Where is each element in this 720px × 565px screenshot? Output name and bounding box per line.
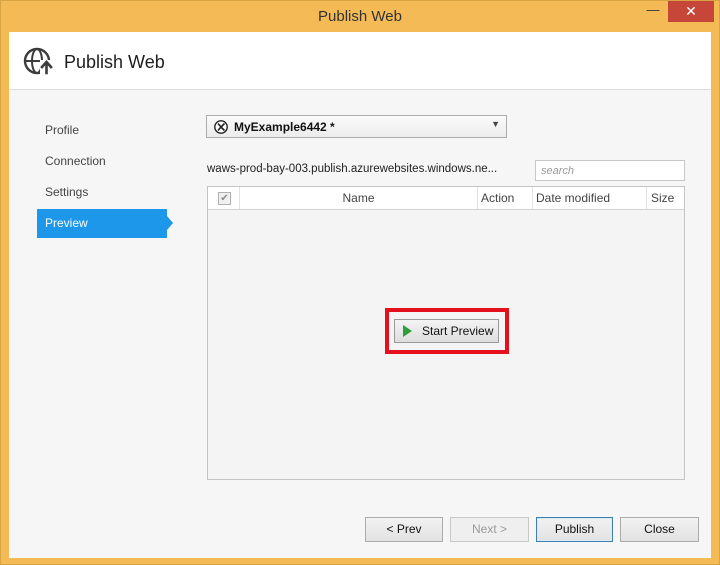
prev-button[interactable]: < Prev: [365, 517, 443, 542]
select-all-column[interactable]: ✔: [208, 187, 240, 209]
dialog-content: Publish Web Profile Connection Settings …: [9, 32, 711, 558]
nav-item-profile[interactable]: Profile: [37, 116, 175, 145]
profile-dropdown[interactable]: MyExample6442 * ▼: [206, 115, 507, 138]
azure-website-icon: [214, 120, 228, 134]
column-header-date-modified[interactable]: Date modified: [533, 187, 647, 209]
grid-header: ✔ Name Action Date modified Size: [208, 187, 684, 210]
search-input[interactable]: [536, 161, 684, 180]
start-preview-button[interactable]: Start Preview: [394, 319, 499, 343]
nav-item-connection[interactable]: Connection: [37, 147, 175, 176]
publish-web-dialog: Publish Web — ✕ Publish Web Profile Conn…: [0, 0, 720, 565]
dialog-header: Publish Web: [9, 32, 711, 90]
play-icon: [403, 325, 412, 337]
column-header-size[interactable]: Size: [647, 187, 684, 209]
nav-item-preview[interactable]: Preview: [37, 209, 173, 238]
publish-button[interactable]: Publish: [536, 517, 613, 542]
next-button[interactable]: Next >: [450, 517, 529, 542]
globe-upload-icon: [23, 47, 53, 75]
select-all-checkbox[interactable]: ✔: [218, 192, 231, 205]
chevron-down-icon: ▼: [491, 119, 500, 129]
window-title: Publish Web: [318, 8, 402, 25]
nav-item-settings[interactable]: Settings: [37, 178, 175, 207]
column-header-action[interactable]: Action: [478, 187, 533, 209]
header-title: Publish Web: [64, 52, 165, 72]
profile-name: MyExample6442 *: [234, 120, 335, 134]
wizard-nav: Profile Connection Settings Preview: [37, 116, 175, 240]
server-url: waws-prod-bay-003.publish.azurewebsites.…: [207, 163, 498, 175]
window-close-button[interactable]: ✕: [668, 1, 714, 22]
close-button[interactable]: Close: [620, 517, 699, 542]
title-bar[interactable]: Publish Web — ✕: [1, 1, 719, 32]
search-box[interactable]: [535, 160, 685, 181]
start-preview-label: Start Preview: [422, 324, 494, 338]
minimize-button[interactable]: —: [640, 1, 666, 21]
column-header-name[interactable]: Name: [240, 187, 478, 209]
